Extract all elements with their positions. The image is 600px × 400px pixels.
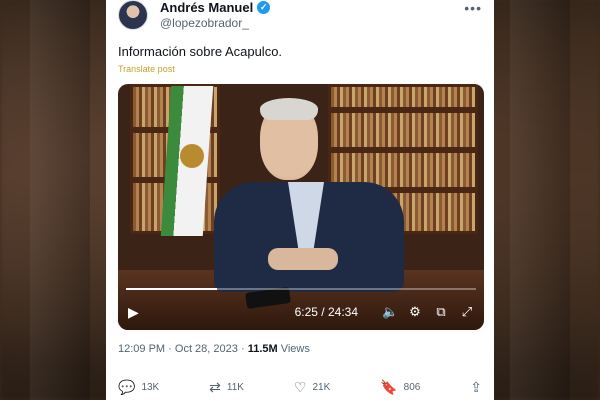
tweet-header: Andrés Manuel ✓ @lopezobrador_ •••	[116, 0, 484, 34]
meta-separator: ·	[168, 343, 175, 355]
like-button[interactable]: ♡ 21K	[294, 379, 330, 396]
bookmark-count: 806	[403, 381, 421, 393]
reply-icon: 💬	[118, 378, 136, 395]
person-hair	[260, 98, 318, 120]
author-name-row: Andrés Manuel ✓	[160, 0, 271, 15]
tweet-date[interactable]: Oct 28, 2023	[175, 343, 238, 355]
shelf-divider	[331, 147, 475, 153]
tweet-text: Información sobre Acapulco.	[118, 44, 283, 59]
more-options-icon[interactable]: •••	[464, 0, 482, 16]
video-player[interactable]: ▶ 6:25 / 24:34 🔈 ⚙ ⧉ ⤢	[118, 84, 484, 330]
reply-count: 13K	[141, 381, 160, 393]
tweet-meta: 12:09 PM · Oct 28, 2023 · 11.5M Views	[118, 343, 310, 355]
bookmark-icon: 🔖	[380, 378, 398, 395]
like-count: 21K	[312, 381, 331, 393]
bookmark-button[interactable]: 🔖 806	[380, 379, 420, 396]
video-progress-fill	[126, 288, 217, 290]
video-controls: ▶ 6:25 / 24:34 🔈 ⚙ ⧉ ⤢	[118, 294, 484, 330]
tweet-time[interactable]: 12:09 PM	[118, 343, 165, 355]
author-name[interactable]: Andrés Manuel	[160, 0, 253, 15]
share-icon: ⇪	[470, 378, 482, 395]
repost-icon: ⇄	[209, 378, 221, 395]
share-button[interactable]: ⇪	[470, 379, 482, 396]
meta-separator: ·	[240, 343, 248, 355]
verified-icon: ✓	[257, 1, 271, 14]
avatar[interactable]	[118, 0, 148, 30]
background-right-panel	[510, 0, 570, 400]
views-count: 11.5M	[247, 343, 278, 355]
person-hands	[268, 248, 338, 270]
picture-in-picture-icon[interactable]: ⧉	[434, 304, 448, 320]
views-label: Views	[280, 343, 310, 355]
repost-count: 11K	[226, 381, 244, 393]
shelf-divider	[331, 107, 475, 113]
video-time: 6:25 / 24:34	[294, 305, 358, 319]
repost-button[interactable]: ⇄ 11K	[209, 379, 244, 396]
fullscreen-icon[interactable]: ⤢	[460, 304, 474, 320]
video-progress-bar[interactable]	[126, 288, 476, 290]
tweet-actions: 💬 13K ⇄ 11K ♡ 21K 🔖 806 ⇪	[118, 378, 482, 396]
author-handle[interactable]: @lopezobrador_	[160, 16, 249, 30]
reply-button[interactable]: 💬 13K	[118, 379, 159, 396]
tweet-card: Andrés Manuel ✓ @lopezobrador_ ••• Infor…	[106, 0, 494, 400]
translate-post-link[interactable]: Translate post	[118, 64, 175, 74]
heart-icon: ♡	[293, 378, 307, 395]
gear-icon[interactable]: ⚙	[408, 304, 422, 320]
volume-icon[interactable]: 🔈	[382, 304, 398, 320]
background-left-panel	[30, 0, 90, 400]
play-icon[interactable]: ▶	[128, 304, 146, 321]
flag-emblem	[180, 144, 204, 168]
